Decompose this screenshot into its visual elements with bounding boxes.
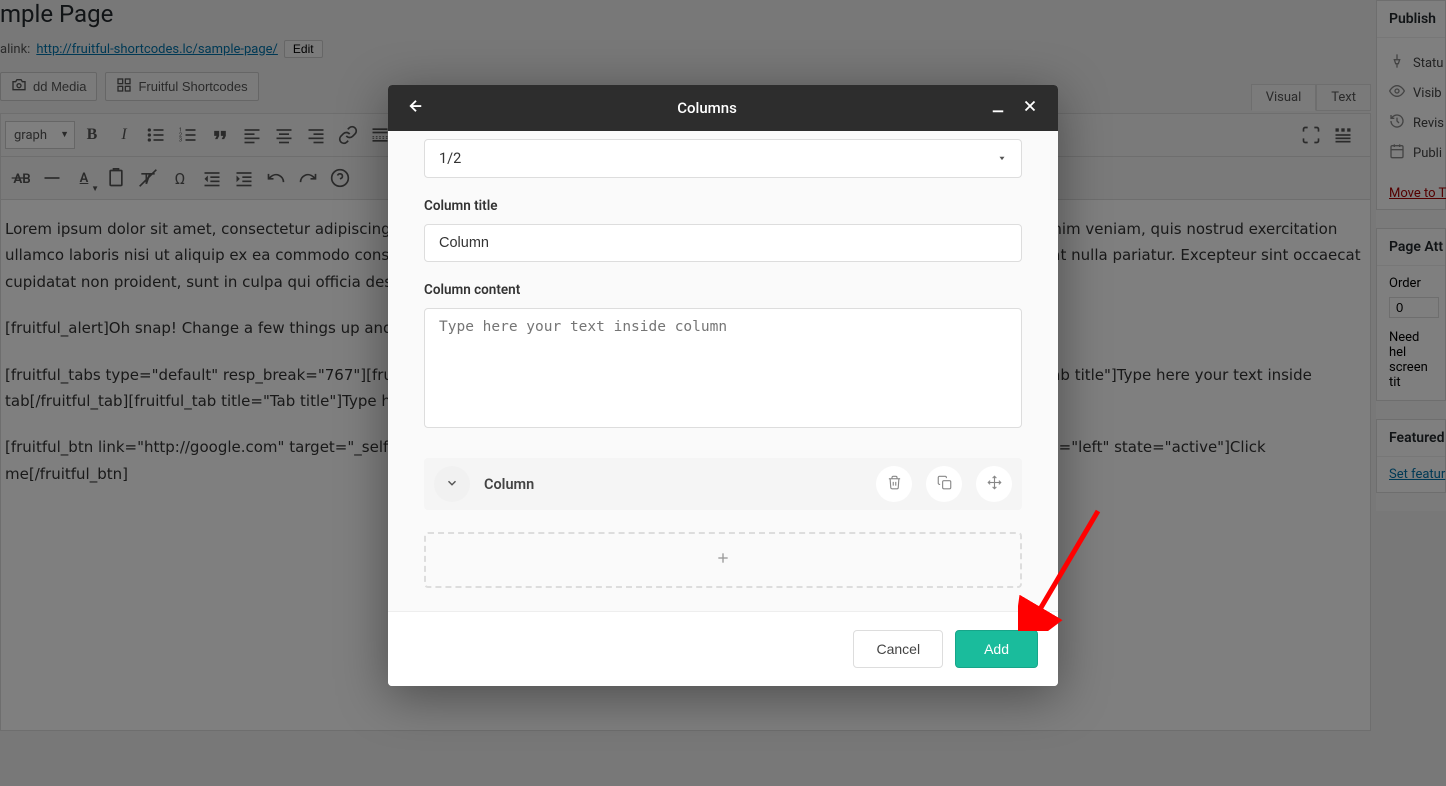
add-column-section[interactable] bbox=[424, 532, 1022, 588]
column-content-label: Column content bbox=[424, 282, 1022, 308]
modal-header: Columns bbox=[388, 85, 1058, 131]
move-column-handle[interactable] bbox=[976, 466, 1012, 502]
minimize-icon bbox=[989, 97, 1007, 119]
column-content-textarea[interactable] bbox=[424, 308, 1022, 428]
modal-minimize-button[interactable] bbox=[986, 96, 1010, 120]
caret-down-icon bbox=[997, 150, 1007, 167]
delete-column-button[interactable] bbox=[876, 466, 912, 502]
chevron-down-icon bbox=[445, 475, 459, 494]
column-collapse-row: Column bbox=[424, 458, 1022, 510]
columns-modal: Columns 1/2 Column title Column content bbox=[388, 85, 1058, 686]
modal-footer: Cancel Add bbox=[388, 611, 1058, 686]
modal-back-button[interactable] bbox=[404, 96, 428, 120]
copy-icon bbox=[937, 475, 952, 494]
column-title-label: Column title bbox=[424, 198, 1022, 224]
column-size-select[interactable]: 1/2 bbox=[424, 139, 1022, 178]
collapse-toggle[interactable] bbox=[434, 466, 470, 502]
arrow-left-icon bbox=[407, 97, 425, 119]
move-icon bbox=[987, 475, 1002, 494]
column-title-input[interactable] bbox=[424, 224, 1022, 262]
column-size-value: 1/2 bbox=[439, 150, 461, 167]
add-button[interactable]: Add bbox=[955, 630, 1038, 668]
plus-icon bbox=[715, 550, 731, 570]
duplicate-column-button[interactable] bbox=[926, 466, 962, 502]
modal-body: 1/2 Column title Column content Column bbox=[388, 131, 1058, 611]
close-icon bbox=[1021, 97, 1039, 119]
trash-icon bbox=[887, 475, 902, 494]
cancel-button[interactable]: Cancel bbox=[853, 630, 943, 668]
collapse-label: Column bbox=[484, 476, 862, 493]
modal-title: Columns bbox=[428, 99, 986, 117]
modal-close-button[interactable] bbox=[1018, 96, 1042, 120]
